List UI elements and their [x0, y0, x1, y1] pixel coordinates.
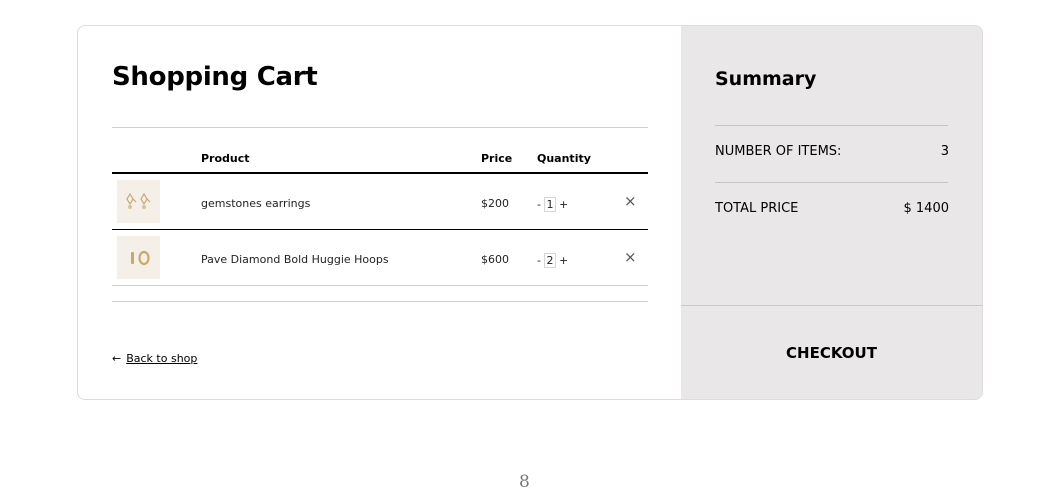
column-header-price: Price: [481, 152, 513, 165]
remove-item-icon[interactable]: ×: [624, 192, 637, 210]
remove-item-icon[interactable]: ×: [624, 248, 637, 266]
quantity-decrement-button[interactable]: -: [537, 254, 541, 267]
product-price: $600: [481, 253, 509, 266]
quantity-value[interactable]: 1: [543, 197, 556, 212]
page-title: Shopping Cart: [112, 62, 318, 92]
quantity-decrement-button[interactable]: -: [537, 198, 541, 211]
earrings-icon: [125, 192, 150, 209]
column-header-quantity: Quantity: [537, 152, 591, 165]
items-count-label: NUMBER OF ITEMS:: [715, 144, 842, 159]
divider: [112, 127, 648, 128]
product-price: $200: [481, 197, 509, 210]
quantity-increment-button[interactable]: +: [559, 254, 568, 267]
page-number: 8: [519, 472, 530, 492]
hoops-thumbnail[interactable]: [117, 236, 160, 279]
hoops-icon: [130, 250, 150, 265]
product-name[interactable]: gemstones earrings: [201, 197, 310, 210]
quantity-value[interactable]: 2: [543, 253, 556, 268]
divider: [715, 125, 948, 126]
table-row: Pave Diamond Bold Huggie Hoops $600 - 2 …: [112, 230, 648, 286]
checkout-button[interactable]: CHECKOUT: [766, 336, 897, 370]
back-to-shop: ← Back to shop: [112, 352, 197, 365]
total-price-value: $ 1400: [903, 201, 950, 216]
table-row: gemstones earrings $200 - 1 + ×: [112, 174, 648, 230]
cart-table: Product Price Quantity gemstones earring…: [112, 142, 648, 286]
summary-title: Summary: [715, 68, 817, 90]
column-header-product: Product: [201, 152, 250, 165]
table-header: Product Price Quantity: [112, 142, 648, 174]
back-to-shop-link[interactable]: Back to shop: [126, 352, 197, 365]
quantity-increment-button[interactable]: +: [559, 198, 568, 211]
summary-panel: Summary NUMBER OF ITEMS: 3 TOTAL PRICE $…: [681, 26, 982, 399]
total-price-label: TOTAL PRICE: [715, 201, 799, 216]
quantity-stepper: - 1 +: [537, 197, 568, 212]
divider: [715, 182, 948, 183]
quantity-stepper: - 2 +: [537, 253, 568, 268]
product-name[interactable]: Pave Diamond Bold Huggie Hoops: [201, 253, 389, 266]
divider: [112, 301, 648, 302]
cart-panel: Shopping Cart Product Price Quantity gem…: [78, 26, 681, 399]
arrow-left-icon: ←: [112, 352, 122, 365]
cart-card: Shopping Cart Product Price Quantity gem…: [77, 25, 983, 400]
items-count-value: 3: [940, 144, 949, 159]
checkout-area: CHECKOUT: [681, 305, 982, 399]
summary-items-row: NUMBER OF ITEMS: 3: [715, 144, 949, 159]
earrings-thumbnail[interactable]: [117, 180, 160, 223]
summary-total-row: TOTAL PRICE $ 1400: [715, 201, 949, 216]
